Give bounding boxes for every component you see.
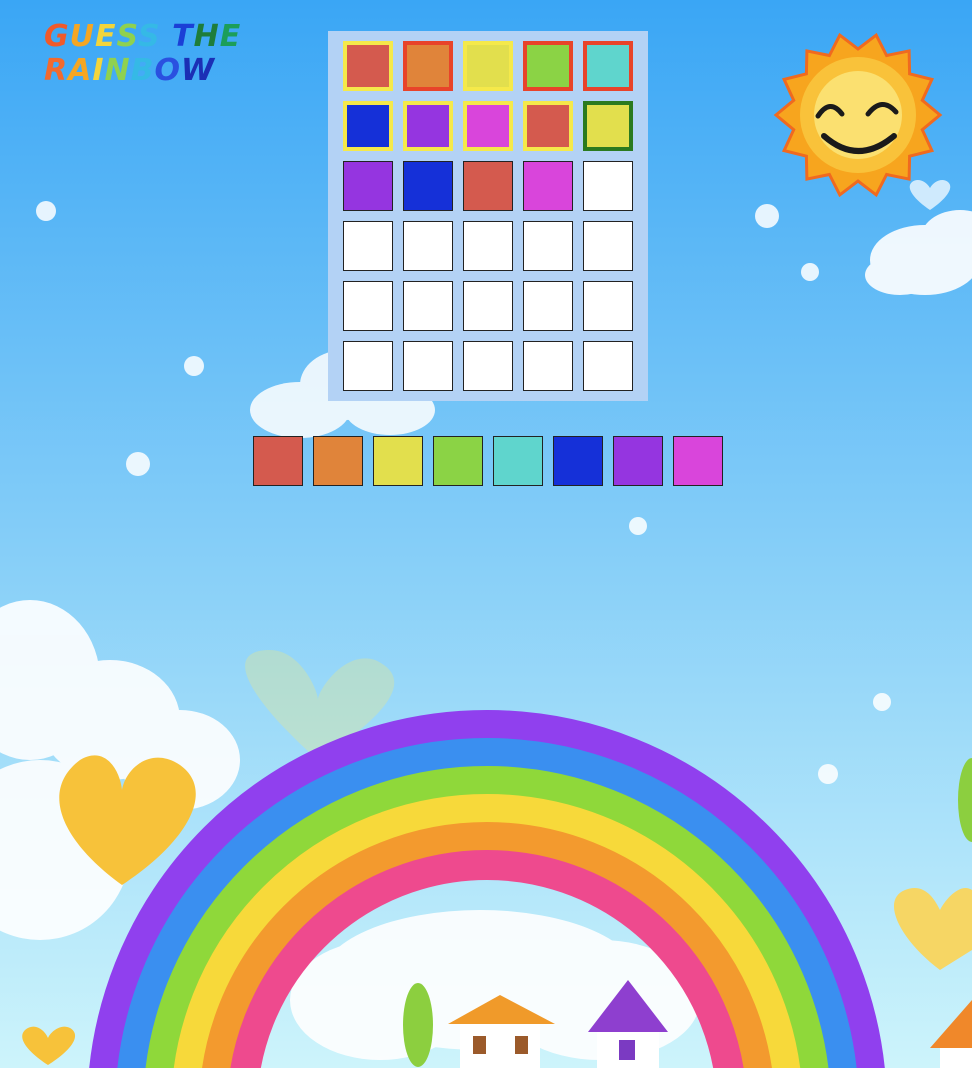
board-cell[interactable] <box>583 341 633 391</box>
palette-swatch[interactable] <box>313 436 363 486</box>
board-cell[interactable] <box>403 41 453 91</box>
board-cell[interactable] <box>523 341 573 391</box>
board-cell[interactable] <box>463 101 513 151</box>
palette-swatch[interactable] <box>493 436 543 486</box>
logo-letter: A <box>68 53 93 88</box>
board-cell[interactable] <box>583 281 633 331</box>
logo-letter: O <box>154 53 181 88</box>
board-cell[interactable] <box>403 221 453 271</box>
board-cell[interactable] <box>583 41 633 91</box>
board-cell[interactable] <box>343 161 393 211</box>
board-cell[interactable] <box>583 161 633 211</box>
smiling-sun-icon <box>773 32 943 198</box>
logo-letter <box>161 19 172 54</box>
logo-letter: E <box>219 19 242 54</box>
board-cell[interactable] <box>463 221 513 271</box>
board-cell[interactable] <box>343 221 393 271</box>
palette-swatch[interactable] <box>373 436 423 486</box>
board-cell[interactable] <box>523 281 573 331</box>
logo-letter: U <box>69 19 95 54</box>
logo-letter: S <box>138 19 161 54</box>
logo-letter: T <box>172 19 194 54</box>
palette-swatch[interactable] <box>553 436 603 486</box>
logo-letter: W <box>181 53 216 88</box>
logo-line-2: RAINBOW <box>44 56 244 90</box>
board-cell[interactable] <box>403 341 453 391</box>
board-cell[interactable] <box>403 161 453 211</box>
board-cell[interactable] <box>403 281 453 331</box>
tree <box>403 983 433 1067</box>
guess-board <box>328 31 648 401</box>
board-cell[interactable] <box>523 41 573 91</box>
board-cell[interactable] <box>343 41 393 91</box>
palette-swatch[interactable] <box>613 436 663 486</box>
logo-line-1: GUESS THE <box>44 22 244 56</box>
logo-letter: H <box>193 19 220 54</box>
board-cell[interactable] <box>523 221 573 271</box>
board-cell[interactable] <box>343 281 393 331</box>
palette-swatch[interactable] <box>253 436 303 486</box>
board-cell[interactable] <box>463 281 513 331</box>
game-logo: GUESS THE RAINBOW <box>44 22 244 94</box>
board-cell[interactable] <box>463 341 513 391</box>
board-cell[interactable] <box>523 101 573 151</box>
logo-letter: I <box>92 53 105 88</box>
board-cell[interactable] <box>343 341 393 391</box>
palette-swatch[interactable] <box>673 436 723 486</box>
logo-letter: S <box>116 19 139 54</box>
palette-swatch[interactable] <box>433 436 483 486</box>
logo-letter: E <box>95 19 117 54</box>
board-cell[interactable] <box>463 41 513 91</box>
board-cell[interactable] <box>583 221 633 271</box>
board-cell[interactable] <box>403 101 453 151</box>
logo-letter: R <box>44 53 69 88</box>
board-cell[interactable] <box>343 101 393 151</box>
logo-letter: B <box>130 53 155 88</box>
board-cell[interactable] <box>523 161 573 211</box>
logo-letter: N <box>104 53 131 88</box>
color-palette <box>253 436 723 486</box>
board-cell[interactable] <box>463 161 513 211</box>
logo-letter: G <box>44 19 70 54</box>
board-cell[interactable] <box>583 101 633 151</box>
